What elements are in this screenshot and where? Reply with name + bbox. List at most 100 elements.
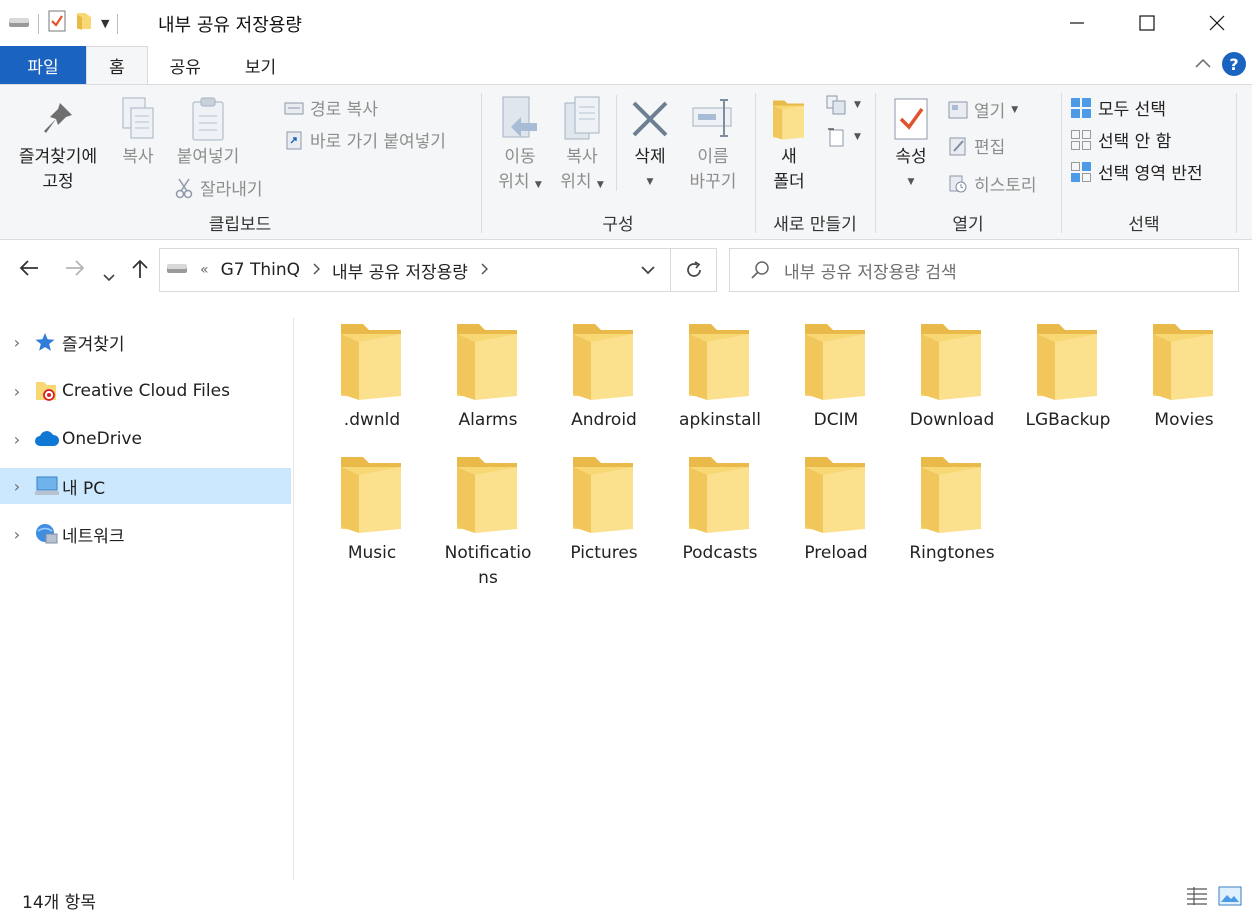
folder-item[interactable]: LGBackup xyxy=(1010,300,1126,433)
folder-item[interactable]: Notifications xyxy=(430,433,546,591)
select-all-button[interactable]: 모두 선택 xyxy=(1070,95,1166,120)
new-folder-qat-icon[interactable] xyxy=(75,11,93,36)
close-button[interactable] xyxy=(1182,0,1252,46)
qat-dropdown-icon[interactable]: ▼ xyxy=(101,17,109,30)
properties-qat-icon[interactable] xyxy=(47,10,67,37)
chevron-right-icon[interactable]: › xyxy=(0,477,34,496)
sidebar-item-label: Creative Cloud Files xyxy=(62,381,230,401)
pin-icon xyxy=(40,93,76,145)
select-none-button[interactable]: 선택 안 함 xyxy=(1070,127,1171,152)
paste-shortcut-button[interactable]: 바로 가기 붙여넣기 xyxy=(284,127,446,152)
maximize-button[interactable] xyxy=(1112,0,1182,46)
breadcrumb-overflow[interactable]: « xyxy=(200,262,209,278)
delete-dropdown-icon[interactable]: ▼ xyxy=(647,170,654,195)
quick-access-toolbar: ▼ xyxy=(8,10,119,37)
sidebar-item-creative-cloud[interactable]: › Creative Cloud Files xyxy=(0,373,291,409)
breadcrumb-chevron-icon[interactable] xyxy=(312,260,321,280)
delete-button[interactable]: 삭제 ▼ xyxy=(622,93,678,195)
refresh-button[interactable] xyxy=(670,249,716,291)
close-icon xyxy=(1209,15,1225,31)
sidebar-item-quick-access[interactable]: › 즐겨찾기 xyxy=(0,324,291,360)
chevron-right-icon[interactable]: › xyxy=(0,382,34,401)
help-icon[interactable]: ? xyxy=(1222,52,1246,76)
folder-item[interactable]: Ringtones xyxy=(894,433,1010,566)
easy-access-icon xyxy=(828,128,844,147)
sidebar-item-network[interactable]: › 네트워크 xyxy=(0,516,291,552)
edit-label: 편집 xyxy=(974,138,1006,158)
paste-shortcut-label: 바로 가기 붙여넣기 xyxy=(310,132,446,152)
invert-selection-button[interactable]: 선택 영역 반전 xyxy=(1070,159,1203,184)
tab-view[interactable]: 보기 xyxy=(223,46,298,84)
up-arrow-icon[interactable] xyxy=(130,258,150,285)
folder-name: Notifications xyxy=(444,543,532,588)
select-none-label: 선택 안 함 xyxy=(1098,132,1172,152)
collapse-ribbon-icon[interactable] xyxy=(1194,54,1212,74)
organize-group-label: 구성 xyxy=(602,215,634,235)
status-bar: 14개 항목 xyxy=(0,880,1252,916)
recent-locations-chevron-icon[interactable] xyxy=(102,264,116,288)
back-arrow-icon[interactable] xyxy=(18,258,40,283)
details-view-icon[interactable] xyxy=(1186,886,1208,911)
folder-item[interactable]: Movies xyxy=(1126,300,1242,433)
folder-item[interactable]: apkinstall xyxy=(662,300,778,433)
folder-name: .dwnld xyxy=(343,410,401,430)
edit-button[interactable]: 편집 xyxy=(948,133,1005,158)
copy-button[interactable]: 복사 xyxy=(110,93,166,170)
chevron-right-icon[interactable]: › xyxy=(0,333,34,352)
chevron-right-icon[interactable]: › xyxy=(0,430,34,449)
copy-path-button[interactable]: 경로 복사 xyxy=(284,95,378,120)
new-folder-label-line2: 폴더 xyxy=(773,172,805,192)
sidebar-item-label: OneDrive xyxy=(62,429,142,449)
folder-name: Pictures xyxy=(570,543,638,563)
folder-item[interactable]: DCIM xyxy=(778,300,894,433)
history-button[interactable]: 히스토리 xyxy=(948,171,1037,196)
copy-icon xyxy=(119,93,157,145)
folder-item[interactable]: Alarms xyxy=(430,300,546,433)
folder-icon xyxy=(687,320,753,400)
organize-group: 이동 위치 ▼ 복사 위치 ▼ 삭제 ▼ 이름 바꾸기 구성 xyxy=(482,85,754,241)
paste-button[interactable]: 붙여넣기 xyxy=(170,93,246,170)
open-button[interactable]: 열기 ▼ xyxy=(948,97,1018,122)
folder-item[interactable]: Music xyxy=(314,433,430,566)
new-item-button[interactable]: ▼ xyxy=(826,95,861,115)
tab-share[interactable]: 공유 xyxy=(148,46,223,84)
forward-arrow-icon[interactable] xyxy=(64,258,86,283)
copy-to-button[interactable]: 복사 위치 ▼ xyxy=(552,93,612,198)
properties-button[interactable]: 속성 ▼ xyxy=(886,93,936,195)
sidebar-item-this-pc[interactable]: › 내 PC xyxy=(0,468,291,504)
title-bar: ▼ 내부 공유 저장용량 xyxy=(0,0,1252,46)
address-dropdown-button[interactable] xyxy=(626,249,670,291)
properties-dropdown-icon[interactable]: ▼ xyxy=(908,170,915,195)
folder-icon xyxy=(803,320,869,400)
folder-item[interactable]: Pictures xyxy=(546,433,662,566)
cut-button[interactable]: 잘라내기 xyxy=(174,175,263,200)
pin-to-quick-access-button[interactable]: 즐겨찾기에 고정 xyxy=(12,93,104,195)
breadcrumb-g7-thinq[interactable]: G7 ThinQ xyxy=(221,260,300,280)
folder-item[interactable]: .dwnld xyxy=(314,300,430,433)
search-box[interactable]: 내부 공유 저장용량 검색 xyxy=(729,248,1239,292)
new-folder-icon xyxy=(772,93,806,145)
navigation-pane: › 즐겨찾기 › Creative Cloud Files › OneDrive… xyxy=(0,318,294,880)
tab-file[interactable]: 파일 xyxy=(0,46,86,84)
minimize-button[interactable] xyxy=(1042,0,1112,46)
tab-home[interactable]: 홈 xyxy=(86,46,148,84)
breadcrumb-chevron-icon[interactable] xyxy=(480,260,489,280)
move-to-label-line1: 이동 xyxy=(504,147,536,167)
move-to-button[interactable]: 이동 위치 ▼ xyxy=(490,93,550,198)
rename-button[interactable]: 이름 바꾸기 xyxy=(682,93,744,195)
select-none-icon xyxy=(1071,129,1091,150)
folder-item[interactable]: Download xyxy=(894,300,1010,433)
copy-to-label-line2: 위치 ▼ xyxy=(560,172,604,192)
folder-item[interactable]: Android xyxy=(546,300,662,433)
folder-item[interactable]: Podcasts xyxy=(662,433,778,566)
breadcrumb-internal-storage[interactable]: 내부 공유 저장용량 xyxy=(332,258,468,283)
address-bar[interactable]: « G7 ThinQ 내부 공유 저장용량 xyxy=(159,248,717,292)
easy-access-button[interactable]: ▼ xyxy=(826,127,861,147)
properties-icon xyxy=(893,93,929,145)
folder-icon xyxy=(919,320,985,400)
new-folder-button[interactable]: 새 폴더 xyxy=(764,93,814,195)
large-icons-view-icon[interactable] xyxy=(1218,886,1242,911)
chevron-right-icon[interactable]: › xyxy=(0,525,34,544)
folder-item[interactable]: Preload xyxy=(778,433,894,566)
sidebar-item-onedrive[interactable]: › OneDrive xyxy=(0,421,291,457)
